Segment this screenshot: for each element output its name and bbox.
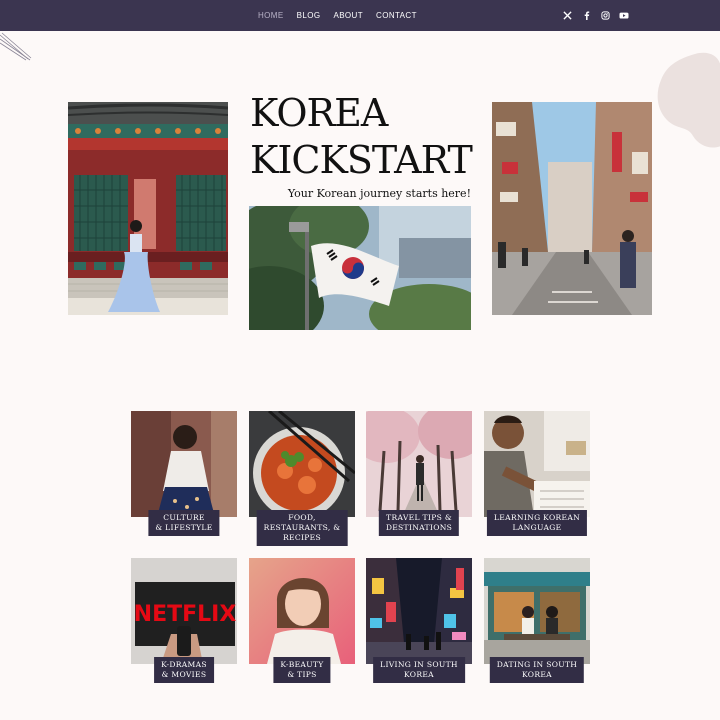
hero-title-line1: KOREA — [250, 91, 388, 135]
category-image-culture[interactable] — [131, 411, 237, 517]
category-label-line: LANGUAGE — [512, 523, 562, 532]
category-card-living[interactable]: LIVING IN SOUTH KOREA — [366, 558, 472, 683]
instagram-icon[interactable] — [600, 11, 610, 21]
hero-photo-korean-flag — [249, 206, 471, 330]
category-label-kdramas[interactable]: K-DRAMAS & MOVIES — [154, 657, 214, 683]
hero-title: KOREA KICKSTART — [250, 90, 473, 184]
category-label-living[interactable]: LIVING IN SOUTH KOREA — [373, 657, 465, 683]
category-image-kbeauty[interactable] — [249, 558, 355, 664]
nav-home-link[interactable]: HOME — [258, 11, 284, 20]
category-label-line: K-BEAUTY — [280, 660, 324, 669]
decorative-blob — [657, 52, 720, 148]
category-image-kdramas[interactable]: NETFLIX — [131, 558, 237, 664]
category-image-food[interactable] — [249, 411, 355, 517]
category-label-line: KOREA — [404, 670, 434, 679]
category-card-dating[interactable]: DATING IN SOUTH KOREA — [484, 558, 590, 683]
top-navigation-bar: HOME BLOG ABOUT CONTACT — [0, 0, 720, 31]
netflix-logo-text: NETFLIX — [134, 602, 237, 627]
category-label-line: TRAVEL TIPS & — [386, 513, 452, 522]
main-nav: HOME BLOG ABOUT CONTACT — [258, 0, 417, 31]
category-label-line: RESTAURANTS, & — [263, 523, 341, 532]
category-label-line: & MOVIES — [161, 670, 207, 679]
category-image-living[interactable] — [366, 558, 472, 664]
nav-about-link[interactable]: ABOUT — [333, 11, 363, 20]
category-card-kdramas[interactable]: NETFLIX K-DRAMAS & MOVIES — [131, 558, 237, 683]
category-label-line: LEARNING KOREAN — [493, 513, 581, 522]
category-card-kbeauty[interactable]: K-BEAUTY & TIPS — [249, 558, 355, 683]
category-card-food[interactable]: FOOD, RESTAURANTS, & RECIPES — [249, 411, 355, 546]
hero-title-line2: KICKSTART — [250, 138, 473, 182]
category-label-line: KOREA — [522, 670, 552, 679]
hero-photo-palace-hanbok — [68, 102, 228, 315]
category-label-travel[interactable]: TRAVEL TIPS & DESTINATIONS — [378, 510, 460, 536]
category-label-culture[interactable]: CULTURE & LIFESTYLE — [148, 510, 220, 536]
category-image-learning[interactable] — [484, 411, 590, 517]
category-label-dating[interactable]: DATING IN SOUTH KOREA — [489, 657, 585, 683]
category-image-travel[interactable] — [366, 411, 472, 517]
category-label-line: & LIFESTYLE — [155, 523, 213, 532]
social-links — [562, 0, 629, 31]
category-label-line: CULTURE — [163, 513, 205, 522]
category-label-line: DESTINATIONS — [385, 523, 453, 532]
category-label-line: LIVING IN SOUTH — [380, 660, 458, 669]
category-label-line: & TIPS — [287, 670, 317, 679]
category-label-line: FOOD, — [288, 513, 316, 522]
category-card-travel[interactable]: TRAVEL TIPS & DESTINATIONS — [366, 411, 472, 536]
category-label-kbeauty[interactable]: K-BEAUTY & TIPS — [273, 657, 331, 683]
decorative-lines — [0, 32, 32, 61]
x-icon[interactable] — [562, 11, 572, 21]
category-label-food[interactable]: FOOD, RESTAURANTS, & RECIPES — [256, 510, 348, 546]
category-label-line: RECIPES — [282, 533, 322, 542]
nav-blog-link[interactable]: BLOG — [297, 11, 321, 20]
category-image-dating[interactable] — [484, 558, 590, 664]
category-card-learning-korean[interactable]: LEARNING KOREAN LANGUAGE — [484, 411, 590, 536]
category-label-line: DATING IN SOUTH — [496, 660, 578, 669]
facebook-icon[interactable] — [581, 11, 591, 21]
hero-photo-city-street — [492, 102, 652, 315]
nav-contact-link[interactable]: CONTACT — [376, 11, 417, 20]
youtube-icon[interactable] — [619, 11, 629, 21]
hero-subtitle: Your Korean journey starts here! — [287, 187, 471, 200]
category-card-culture-lifestyle[interactable]: CULTURE & LIFESTYLE — [131, 411, 237, 536]
category-label-learning[interactable]: LEARNING KOREAN LANGUAGE — [486, 510, 588, 536]
category-label-line: K-DRAMAS — [161, 660, 207, 669]
